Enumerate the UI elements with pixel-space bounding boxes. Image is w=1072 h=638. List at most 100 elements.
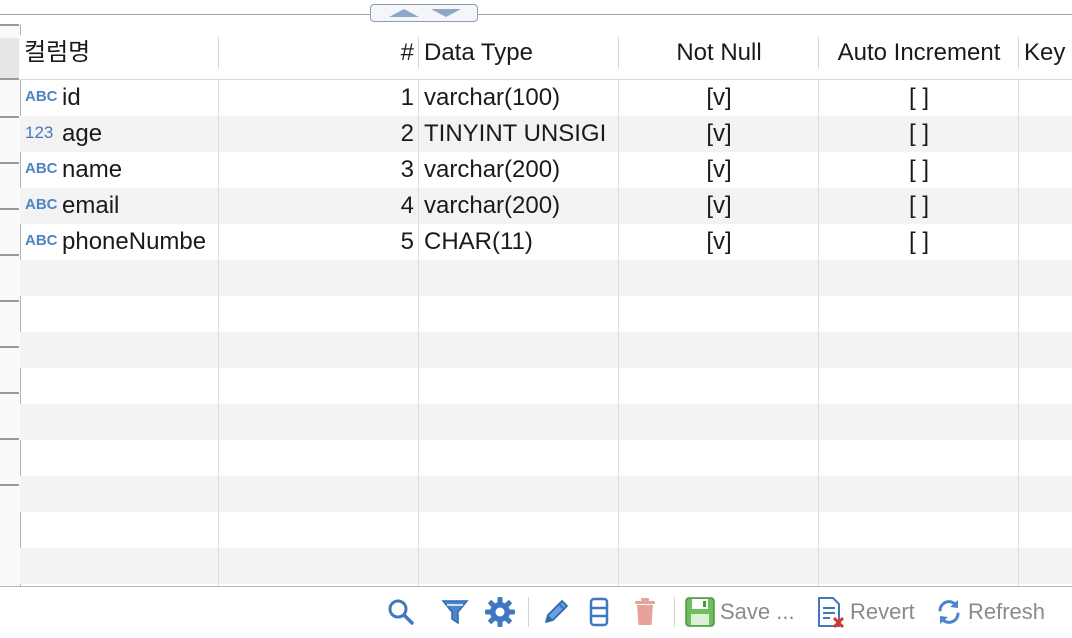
not-null-cell[interactable]: [v] <box>620 224 818 260</box>
gutter-tick <box>0 162 19 164</box>
column-name-cell[interactable]: age <box>62 116 216 152</box>
data-type-cell[interactable]: TINYINT UNSIGI <box>424 116 618 152</box>
gutter-tick <box>0 438 19 440</box>
empty-row <box>20 476 1072 512</box>
empty-row <box>20 332 1072 368</box>
column-index-cell: 2 <box>400 120 414 147</box>
not-null-cell[interactable]: [v] <box>620 188 818 224</box>
grid-divider <box>218 80 219 586</box>
column-name-cell[interactable]: email <box>62 188 216 224</box>
empty-row <box>20 512 1072 548</box>
columns-icon <box>589 597 609 627</box>
toolbar-separator <box>674 597 675 627</box>
columns-table: ABC id 1 varchar(100) [v] [ ] 123 age 2 … <box>20 80 1072 586</box>
column-header-not-null[interactable]: Not Null <box>620 35 818 71</box>
empty-row <box>20 260 1072 296</box>
text-type-icon: ABC <box>25 196 58 213</box>
columns-button[interactable] <box>588 595 610 629</box>
gutter-tick <box>0 208 19 210</box>
refresh-icon <box>938 600 960 624</box>
not-null-cell[interactable]: [v] <box>620 80 818 116</box>
column-divider[interactable] <box>218 37 219 69</box>
column-divider[interactable] <box>418 37 419 69</box>
column-name-cell[interactable]: phoneNumbe <box>62 224 216 260</box>
text-type-icon: ABC <box>25 88 58 105</box>
column-header-index[interactable]: # <box>220 35 414 71</box>
row-gutter <box>0 24 21 586</box>
bottom-toolbar: Save ... Revert Refresh <box>0 587 1072 638</box>
auto-increment-cell[interactable]: [ ] <box>820 224 1018 260</box>
auto-increment-cell[interactable]: [ ] <box>820 188 1018 224</box>
revert-label: Revert <box>850 599 915 624</box>
text-type-icon: ABC <box>25 160 58 177</box>
empty-row <box>20 296 1072 332</box>
column-header-row: 컬럼명 # Data Type Not Null Auto Increment … <box>20 35 1072 80</box>
delete-button[interactable] <box>632 595 658 629</box>
data-type-cell[interactable]: varchar(200) <box>424 188 618 224</box>
filter-button[interactable] <box>440 595 470 629</box>
data-type-cell[interactable]: varchar(200) <box>424 152 618 188</box>
gutter-tick <box>0 24 19 26</box>
chevron-up-icon <box>389 9 419 17</box>
column-index-cell: 3 <box>400 156 414 183</box>
not-null-cell[interactable]: [v] <box>620 116 818 152</box>
column-header-data-type[interactable]: Data Type <box>424 35 618 71</box>
save-icon <box>685 597 715 627</box>
grid-divider <box>1018 80 1019 586</box>
revert-icon <box>818 597 845 628</box>
auto-increment-cell[interactable]: [ ] <box>820 152 1018 188</box>
empty-row <box>20 440 1072 476</box>
search-button[interactable] <box>386 595 416 629</box>
pencil-icon <box>545 600 568 623</box>
grid-divider <box>818 80 819 586</box>
gutter-tick <box>0 484 19 486</box>
gutter-header-cell <box>0 38 19 78</box>
settings-button[interactable] <box>484 595 516 629</box>
column-header-name[interactable]: 컬럼명 <box>24 35 214 71</box>
empty-row <box>20 548 1072 584</box>
grid-divider <box>418 80 419 586</box>
table-row[interactable]: ABC phoneNumbe 5 CHAR(11) [v] [ ] <box>20 224 1072 260</box>
number-type-icon: 123 <box>25 123 54 142</box>
trash-icon <box>635 598 655 625</box>
data-type-cell[interactable]: varchar(100) <box>424 80 618 116</box>
column-divider[interactable] <box>618 37 619 69</box>
splitter-line <box>0 14 1072 15</box>
column-divider[interactable] <box>1018 37 1019 69</box>
column-name-cell[interactable]: id <box>62 80 216 116</box>
column-header-auto-increment[interactable]: Auto Increment <box>820 35 1018 71</box>
gutter-tick <box>0 346 19 348</box>
table-row[interactable]: ABC email 4 varchar(200) [v] [ ] <box>20 188 1072 224</box>
table-row[interactable]: ABC name 3 varchar(200) [v] [ ] <box>20 152 1072 188</box>
toolbar-separator <box>528 597 529 627</box>
gutter-tick <box>0 78 19 80</box>
column-divider[interactable] <box>818 37 819 69</box>
splitter-toggle-button[interactable] <box>370 4 478 22</box>
grid-divider <box>618 80 619 586</box>
column-index-cell: 5 <box>400 228 414 255</box>
column-header-key[interactable]: Key <box>1024 35 1072 71</box>
table-row[interactable]: ABC id 1 varchar(100) [v] [ ] <box>20 80 1072 116</box>
gutter-tick <box>0 392 19 394</box>
gutter-tick <box>0 300 19 302</box>
column-name-cell[interactable]: name <box>62 152 216 188</box>
empty-row <box>20 368 1072 404</box>
gutter-tick <box>0 254 19 256</box>
auto-increment-cell[interactable]: [ ] <box>820 116 1018 152</box>
search-icon <box>388 599 414 625</box>
gutter-tick <box>0 116 19 118</box>
chevron-down-icon <box>431 9 461 17</box>
text-type-icon: ABC <box>25 232 58 249</box>
table-row[interactable]: 123 age 2 TINYINT UNSIGI [v] [ ] <box>20 116 1072 152</box>
refresh-button[interactable]: Refresh <box>934 595 1045 629</box>
data-type-cell[interactable]: CHAR(11) <box>424 224 618 260</box>
save-button[interactable]: Save ... <box>684 595 795 629</box>
revert-button[interactable]: Revert <box>814 595 915 629</box>
filter-icon <box>441 600 469 625</box>
panel-splitter[interactable] <box>0 0 1072 24</box>
not-null-cell[interactable]: [v] <box>620 152 818 188</box>
edit-button[interactable] <box>540 595 572 629</box>
gear-icon <box>485 597 515 627</box>
refresh-label: Refresh <box>968 599 1046 624</box>
auto-increment-cell[interactable]: [ ] <box>820 80 1018 116</box>
